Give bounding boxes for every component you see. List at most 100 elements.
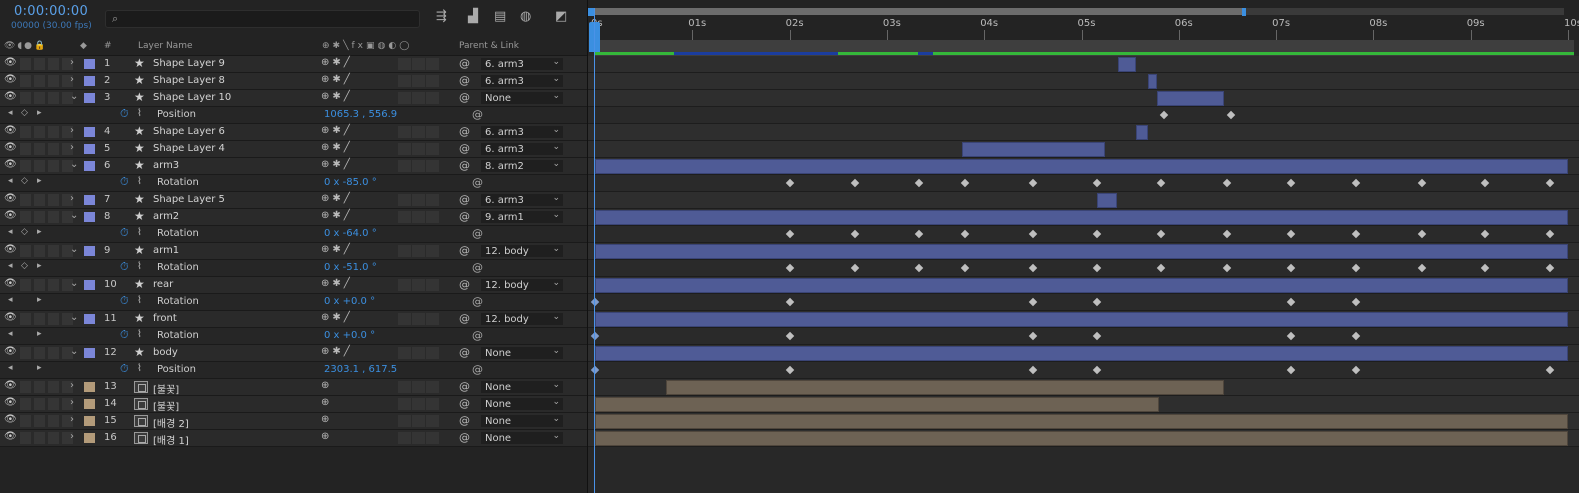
footage-duration-bar[interactable]	[595, 397, 1160, 412]
parent-dropdown[interactable]: 6. arm3 ⌄	[480, 193, 564, 207]
expression-pickwhip-icon[interactable]: @	[472, 108, 483, 121]
eye-icon[interactable]: 👁	[4, 210, 17, 221]
current-time-indicator[interactable]	[594, 8, 595, 493]
switch-box[interactable]	[426, 92, 439, 104]
property-value[interactable]: 0 x +0.0 °	[324, 296, 375, 307]
switch-box[interactable]	[412, 126, 425, 138]
eye-icon[interactable]: 👁	[4, 312, 17, 323]
keyframe-diamond[interactable]	[850, 178, 860, 188]
layer-row[interactable]: 👁 ⌄ 3 ★ Shape Layer 10 ⊕✱╱ @ None ⌄	[0, 90, 587, 107]
layer-switches[interactable]: ⊕	[321, 397, 332, 408]
track-row[interactable]	[588, 141, 1579, 158]
chevron-down-icon[interactable]: ⌄	[70, 91, 78, 102]
track-row[interactable]	[588, 311, 1579, 328]
expression-pickwhip-icon[interactable]: @	[472, 227, 483, 240]
property-value[interactable]: 0 x -85.0 °	[324, 177, 377, 188]
switch-cell[interactable]	[48, 75, 59, 87]
keyframe-diamond[interactable]	[785, 263, 794, 273]
layer-switches[interactable]: ⊕	[321, 431, 332, 442]
parent-dropdown[interactable]: 6. arm3 ⌄	[480, 57, 564, 71]
keyframe-diamond[interactable]	[1481, 178, 1490, 188]
keyframe-diamond[interactable]	[1028, 263, 1038, 273]
switch-cell[interactable]	[34, 415, 45, 427]
parent-dropdown[interactable]: 12. body ⌄	[480, 312, 564, 326]
layer-duration-bar[interactable]	[595, 159, 1568, 174]
keyframe-diamond[interactable]	[1028, 229, 1038, 239]
keyframe-diamond[interactable]	[1223, 263, 1232, 273]
eye-icon[interactable]: 👁	[4, 414, 17, 425]
layer-row[interactable]: 👁 ⌄ 6 ★ arm3 ⊕✱╱ @8. arm2 ⌄	[0, 158, 587, 175]
pickwhip-icon[interactable]: @	[459, 125, 470, 138]
keyframe-add-icon[interactable]: ◇	[21, 227, 28, 237]
eye-icon[interactable]: 👁	[4, 380, 17, 391]
chevron-right-icon[interactable]: ›	[70, 74, 74, 85]
keyframe-diamond[interactable]	[1351, 365, 1361, 375]
layer-name[interactable]: Shape Layer 5	[153, 194, 225, 205]
keyframe-diamond[interactable]	[1546, 263, 1555, 273]
track-row[interactable]	[588, 413, 1579, 430]
keyframe-diamond[interactable]	[1028, 365, 1038, 375]
layer-name-header[interactable]: Layer Name	[138, 41, 193, 51]
switch-box[interactable]	[412, 58, 425, 70]
switch-box[interactable]	[426, 415, 439, 427]
parent-dropdown[interactable]: None ⌄	[480, 414, 564, 428]
switch-box[interactable]	[426, 347, 439, 359]
switch-box[interactable]	[426, 211, 439, 223]
switch-box[interactable]	[398, 245, 411, 257]
eye-icon[interactable]: 👁	[4, 74, 17, 85]
layer-row[interactable]: 👁 ⌄ 8 ★ arm2 ⊕✱╱ @9. arm1 ⌄	[0, 209, 587, 226]
property-value[interactable]: 0 x -51.0 °	[324, 262, 377, 273]
keyframe-diamond[interactable]	[785, 178, 794, 188]
chevron-right-icon[interactable]: ›	[70, 125, 74, 136]
expression-pickwhip-icon[interactable]: @	[472, 295, 483, 308]
property-value[interactable]: 2303.1 , 617.5	[324, 364, 397, 375]
switch-box[interactable]	[426, 313, 439, 325]
parent-dropdown[interactable]: 6. arm3 ⌄	[480, 142, 564, 156]
stopwatch-icon[interactable]: ⏱	[120, 107, 129, 121]
switch-cell[interactable]	[20, 415, 31, 427]
keyframe-diamond[interactable]	[1546, 365, 1555, 375]
switch-box[interactable]	[398, 126, 411, 138]
hide-shy-layers-icon[interactable]: ▤	[494, 9, 506, 24]
switch-box[interactable]	[398, 75, 411, 87]
track-row[interactable]	[588, 158, 1579, 175]
pickwhip-icon[interactable]: @	[459, 91, 470, 104]
footage-duration-bar[interactable]	[595, 431, 1568, 446]
track-row[interactable]	[588, 379, 1579, 396]
keyframe-diamond[interactable]	[1092, 297, 1102, 307]
track-row[interactable]	[588, 124, 1579, 141]
layer-name[interactable]: Shape Layer 10	[153, 92, 231, 103]
layer-row[interactable]: 👁 ⌄ 10 ★ rear ⊕✱╱ @12. body ⌄	[0, 277, 587, 294]
property-row[interactable]: ◂ ◇ ▸ ⏱ ⌇ Position 1065.3 , 556.9 @	[0, 107, 587, 124]
layer-duration-bar[interactable]	[1097, 193, 1117, 208]
label-color-swatch[interactable]	[84, 195, 95, 205]
layer-name[interactable]: [불꽃]	[153, 398, 179, 413]
switch-cell[interactable]	[34, 143, 45, 155]
switch-cell[interactable]	[48, 92, 59, 104]
switch-box[interactable]	[412, 194, 425, 206]
label-color-swatch[interactable]	[84, 59, 95, 69]
switch-cell[interactable]	[48, 143, 59, 155]
keyframe-next-icon[interactable]: ▸	[37, 108, 42, 118]
stopwatch-icon[interactable]: ⏱	[120, 175, 129, 189]
keyframe-diamond[interactable]	[1092, 365, 1102, 375]
layer-row[interactable]: 👁 › 16 [배경 1] ⊕ @ None ⌄	[0, 430, 587, 447]
switch-cell[interactable]	[20, 143, 31, 155]
switch-box[interactable]	[412, 211, 425, 223]
layer-name[interactable]: arm2	[153, 211, 179, 222]
label-color-swatch[interactable]	[84, 314, 95, 324]
switch-cell[interactable]	[20, 279, 31, 291]
layer-row[interactable]: 👁 › 1 ★ Shape Layer 9 ⊕✱╱ @6. arm3 ⌄	[0, 56, 587, 73]
stopwatch-icon[interactable]: ⏱	[120, 328, 129, 342]
expression-pickwhip-icon[interactable]: @	[472, 363, 483, 376]
keyframe-diamond[interactable]	[1351, 331, 1361, 341]
switch-cell[interactable]	[48, 245, 59, 257]
track-row[interactable]	[588, 430, 1579, 447]
switch-box[interactable]	[412, 347, 425, 359]
label-color-swatch[interactable]	[84, 382, 95, 392]
pickwhip-icon[interactable]: @	[459, 278, 470, 291]
switch-cell[interactable]	[48, 432, 59, 444]
switch-cell[interactable]	[20, 160, 31, 172]
chevron-right-icon[interactable]: ›	[70, 380, 74, 391]
switch-box[interactable]	[398, 415, 411, 427]
